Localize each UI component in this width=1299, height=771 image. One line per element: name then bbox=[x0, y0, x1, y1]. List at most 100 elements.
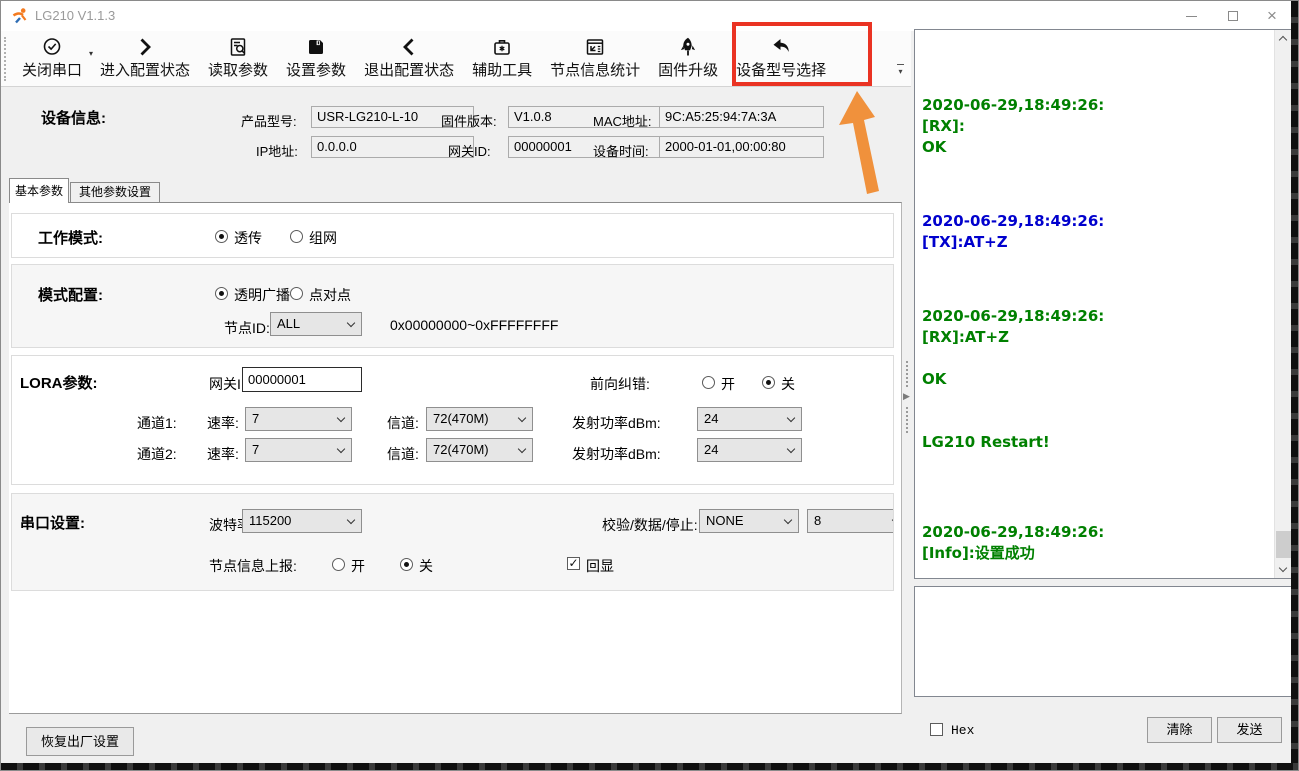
tab-basic-params[interactable]: 基本参数 bbox=[9, 178, 69, 203]
chevron-down-icon bbox=[518, 414, 526, 422]
log-entry: 2020-06-29,18:49:26: [Info]:设置成功 bbox=[922, 522, 1269, 564]
panel-splitter[interactable]: ▶ bbox=[902, 89, 911, 714]
minimize-button[interactable] bbox=[1171, 1, 1211, 31]
product-model-label: 产品型号: bbox=[241, 111, 297, 130]
rocket-icon bbox=[677, 34, 699, 60]
report-on-radio[interactable] bbox=[332, 558, 345, 571]
send-input-box[interactable] bbox=[914, 586, 1292, 697]
chevron-down-icon bbox=[787, 414, 795, 422]
log-entry: 2020-06-29,18:49:26: [RX]: OK bbox=[922, 95, 1269, 158]
check-circle-icon bbox=[41, 34, 63, 60]
channel2-select[interactable]: 72(470M) bbox=[426, 438, 533, 462]
report-on-label: 开 bbox=[351, 556, 365, 576]
maximize-icon bbox=[1228, 11, 1238, 21]
lora-params-group: LORA参数: 网关ID: 00000001 前向纠错: 开 关 通道1: 速率… bbox=[11, 355, 894, 485]
toolbar-button-aux-tools[interactable]: 辅助工具 bbox=[463, 31, 541, 86]
toolbar-button-node-stats[interactable]: 节点信息统计 bbox=[541, 31, 649, 86]
hex-checkbox[interactable] bbox=[930, 723, 943, 736]
device-time-label: 设备时间: bbox=[593, 141, 649, 160]
doc-search-icon bbox=[227, 34, 249, 60]
scrollbar-thumb[interactable] bbox=[1276, 531, 1291, 558]
tab-other-params[interactable]: 其他参数设置 bbox=[70, 182, 160, 203]
scroll-up-icon[interactable] bbox=[1275, 30, 1292, 47]
rate1-label: 速率: bbox=[207, 413, 239, 433]
node-id-label: 节点ID: bbox=[224, 318, 270, 338]
power2-select[interactable]: 24 bbox=[697, 438, 802, 462]
rate2-select[interactable]: 7 bbox=[245, 438, 352, 462]
maximize-button[interactable] bbox=[1213, 1, 1253, 31]
chevron-down-icon bbox=[787, 445, 795, 453]
chevron-down-icon bbox=[337, 445, 345, 453]
work-mode-transparent-label: 透传 bbox=[234, 228, 262, 248]
close-button[interactable]: × bbox=[1253, 1, 1291, 31]
work-mode-network-radio[interactable] bbox=[290, 230, 303, 243]
desktop-edge bbox=[1291, 1, 1298, 771]
window-title: LG210 V1.1.3 bbox=[35, 8, 115, 23]
mac-label: MAC地址: bbox=[593, 111, 652, 130]
gateway-id-label: 网关ID: bbox=[448, 141, 491, 160]
fec-off-radio[interactable] bbox=[762, 376, 775, 389]
clear-button[interactable]: 清除 bbox=[1147, 717, 1212, 743]
chevron-down-icon bbox=[518, 445, 526, 453]
fec-off-label: 关 bbox=[781, 374, 795, 394]
node-id-select[interactable]: ALL bbox=[270, 312, 362, 336]
power1-label: 发射功率dBm: bbox=[572, 413, 661, 433]
chevron-down-icon bbox=[892, 516, 894, 524]
log-scrollbar[interactable] bbox=[1274, 30, 1291, 578]
rate2-label: 速率: bbox=[207, 444, 239, 464]
minimize-icon bbox=[1186, 16, 1197, 17]
device-time-field[interactable]: 2000-01-01,00:00:80 bbox=[659, 136, 824, 158]
chevron-down-icon bbox=[347, 319, 355, 327]
send-button[interactable]: 发送 bbox=[1217, 717, 1282, 743]
power2-label: 发射功率dBm: bbox=[572, 444, 661, 464]
fec-label: 前向纠错: bbox=[590, 374, 650, 394]
log-entry: 2020-06-29,18:49:26: [TX]:AT+Z bbox=[922, 211, 1269, 253]
channel2-freq-label: 信道: bbox=[387, 444, 419, 464]
parity-label: 校验/数据/停止: bbox=[602, 515, 698, 535]
chevron-right-icon bbox=[134, 34, 156, 60]
collapse-arrow-icon[interactable]: ▶ bbox=[903, 391, 910, 402]
log-entry: 2020-06-29,18:49:26: [RX]:AT+Z OK LG210 … bbox=[922, 306, 1269, 453]
echo-checkbox[interactable]: ✓ bbox=[567, 557, 580, 570]
app-logo-icon bbox=[11, 7, 29, 25]
channel2-label: 通道2: bbox=[137, 444, 177, 464]
parity-select[interactable]: NONE bbox=[699, 509, 799, 533]
mode-config-label: 模式配置: bbox=[38, 284, 103, 305]
toolbar-button-enter-config[interactable]: 进入配置状态 bbox=[91, 31, 199, 86]
ip-label: IP地址: bbox=[256, 141, 298, 160]
mode-broadcast-radio[interactable] bbox=[215, 287, 228, 300]
serial-settings-label: 串口设置: bbox=[20, 512, 85, 533]
node-id-range-hint: 0x00000000~0xFFFFFFFF bbox=[390, 317, 558, 333]
mac-field[interactable]: 9C:A5:25:94:7A:3A bbox=[659, 106, 824, 128]
toolbox-icon bbox=[491, 34, 513, 60]
lora-gateway-id-input[interactable]: 00000001 bbox=[242, 367, 362, 392]
annotation-highlight-box bbox=[732, 22, 872, 86]
power1-select[interactable]: 24 bbox=[697, 407, 802, 431]
baud-select[interactable]: 115200 bbox=[242, 509, 362, 533]
toolbar-overflow-button[interactable]: ▾ bbox=[893, 61, 908, 78]
node-report-label: 节点信息上报: bbox=[209, 556, 297, 576]
toolbar-grip[interactable] bbox=[4, 37, 6, 81]
stats-icon bbox=[584, 34, 606, 60]
toolbar-button-firmware-upgrade[interactable]: 固件升级 bbox=[649, 31, 727, 86]
restore-factory-button[interactable]: 恢复出厂设置 bbox=[26, 727, 134, 756]
mode-p2p-label: 点对点 bbox=[309, 285, 351, 305]
mode-config-group: 模式配置: 透明广播 点对点 节点ID: ALL 0x00000000~0xFF… bbox=[11, 264, 894, 348]
log-output-box[interactable]: 2020-06-29,18:49:26: [RX]: OK 2020-06-29… bbox=[914, 29, 1292, 579]
scroll-down-icon[interactable] bbox=[1275, 561, 1292, 578]
hex-label: Hex bbox=[951, 723, 974, 738]
mode-p2p-radio[interactable] bbox=[290, 287, 303, 300]
channel1-select[interactable]: 72(470M) bbox=[426, 407, 533, 431]
work-mode-transparent-radio[interactable] bbox=[215, 230, 228, 243]
toolbar-button-close-serial[interactable]: 关闭串口 ▾ bbox=[13, 31, 91, 86]
work-mode-network-label: 组网 bbox=[309, 228, 337, 248]
fec-on-radio[interactable] bbox=[702, 376, 715, 389]
rate1-select[interactable]: 7 bbox=[245, 407, 352, 431]
report-off-radio[interactable] bbox=[400, 558, 413, 571]
desktop-edge bbox=[1, 763, 1299, 770]
toolbar-button-exit-config[interactable]: 退出配置状态 bbox=[355, 31, 463, 86]
databits-select[interactable]: 8 bbox=[807, 509, 894, 533]
firmware-label: 固件版本: bbox=[441, 111, 497, 130]
toolbar-button-set-params[interactable]: 设置参数 bbox=[277, 31, 355, 86]
toolbar-button-read-params[interactable]: 读取参数 bbox=[199, 31, 277, 86]
